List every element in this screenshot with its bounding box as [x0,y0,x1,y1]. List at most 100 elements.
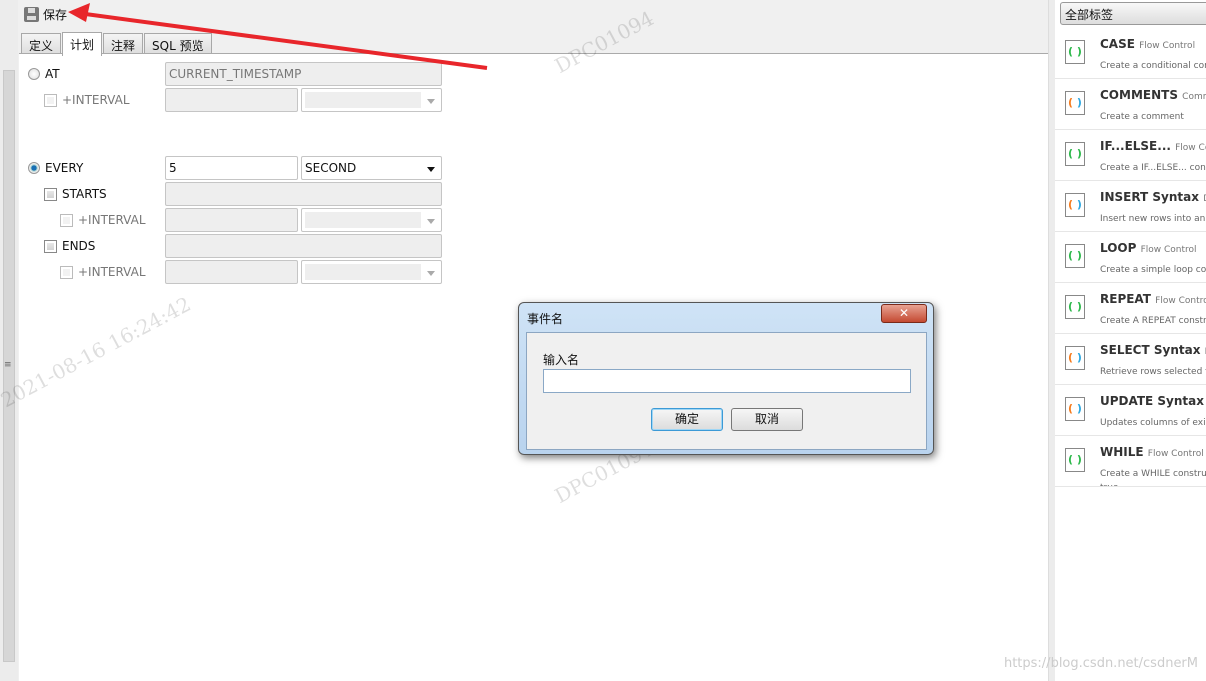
snippet-item[interactable]: ( ) IF...ELSE... Flow Cont Create a IF..… [1055,130,1206,181]
name-input[interactable] [543,369,911,393]
starts-label: STARTS [62,187,107,201]
snippet-title: UPDATE Syntax D [1100,394,1204,408]
starts-checkbox[interactable]: STARTS [44,187,107,201]
at-interval-value[interactable] [165,88,298,112]
at-interval-checkbox[interactable]: +INTERVAL [44,93,130,107]
snippet-category: Flow Control [1155,296,1206,306]
snippet-description: Create a simple loop con [1100,265,1206,275]
ends-field[interactable] [165,234,442,258]
snippet-category: Flow Control [1140,245,1197,255]
snippet-category: Flow Cont [1175,143,1206,153]
save-button[interactable]: 保存 [24,6,67,23]
snippet-category: Flow Control [1147,449,1204,459]
snippet-category: Comm [1182,92,1206,102]
tab-definition[interactable]: 定义 [21,33,62,55]
snippet-description: Create a WHILE construc true. [1100,469,1206,486]
right-splitter[interactable] [1048,0,1055,681]
every-value-input[interactable]: 5 [165,156,298,180]
snippet-description: Updates columns of exis [1100,418,1206,428]
at-label: AT [45,67,60,81]
checkbox-icon [60,265,73,279]
snippet-file-icon: ( ) [1065,244,1085,268]
name-label: 输入名 [543,353,580,367]
checkbox-icon [44,93,57,107]
snippet-file-icon: ( ) [1065,40,1085,64]
snippet-title: COMMENTS Comm [1100,88,1206,102]
snippet-description: Create a conditional con [1100,61,1206,71]
ends-interval-label: +INTERVAL [78,265,146,279]
snippet-file-icon: ( ) [1065,91,1085,115]
snippet-item[interactable]: ( ) COMMENTS Comm Create a comment [1055,79,1206,130]
checkbox-icon [44,239,57,253]
at-radio[interactable]: AT [28,67,60,81]
left-splitter[interactable]: ≡ [0,0,18,681]
checkbox-icon [60,213,73,227]
every-unit-select[interactable]: SECOND [301,156,442,180]
snippet-item[interactable]: ( ) CASE Flow Control Create a condition… [1055,28,1206,79]
tab-comment[interactable]: 注释 [103,33,144,55]
snippet-title: WHILE Flow Control [1100,445,1204,459]
snippet-item[interactable]: ( ) REPEAT Flow Control Create A REPEAT … [1055,283,1206,334]
chevron-down-icon [427,219,435,224]
snippet-file-icon: ( ) [1065,193,1085,217]
snippet-title: INSERT Syntax DM [1100,190,1206,204]
starts-interval-unit-select[interactable] [301,208,442,232]
snippet-item[interactable]: ( ) INSERT Syntax DM Insert new rows int… [1055,181,1206,232]
starts-field[interactable] [165,182,442,206]
snippet-item[interactable]: ( ) UPDATE Syntax D Updates columns of e… [1055,385,1206,436]
snippet-item[interactable]: ( ) SELECT Syntax DM Retrieve rows selec… [1055,334,1206,385]
chevron-down-icon [427,271,435,276]
close-icon[interactable]: ✕ [881,304,927,323]
every-unit-value: SECOND [305,161,357,175]
chevron-down-icon [427,99,435,104]
chevron-down-icon [427,167,435,172]
snippet-title: CASE Flow Control [1100,37,1196,51]
snippet-title: SELECT Syntax DM [1100,343,1206,357]
snippet-description: Create a comment [1100,112,1184,122]
radio-icon [28,68,40,80]
snippet-description: Create A REPEAT constru [1100,316,1206,326]
snippet-file-icon: ( ) [1065,397,1085,421]
snippet-file-icon: ( ) [1065,142,1085,166]
ends-interval-value[interactable] [165,260,298,284]
snippet-item[interactable]: ( ) LOOP Flow Control Create a simple lo… [1055,232,1206,283]
save-label: 保存 [43,8,68,22]
watermark-site: https://blog.csdn.net/csdnerM [1003,656,1198,671]
dialog-title: 事件名 [527,312,564,326]
snippet-title: IF...ELSE... Flow Cont [1100,139,1206,153]
snippet-file-icon: ( ) [1065,448,1085,472]
tab-bar: 定义 计划 注释 SQL 预览 [21,31,213,56]
checkbox-icon [44,187,57,201]
splitter-grip-icon[interactable]: ≡ [4,360,12,370]
floppy-disk-icon [24,7,39,22]
event-name-dialog: 事件名 ✕ 输入名 确定 取消 [518,302,934,455]
tab-schedule[interactable]: 计划 [62,32,103,56]
snippet-description: Insert new rows into an e [1100,214,1206,224]
tab-sql-preview[interactable]: SQL 预览 [144,33,212,55]
at-value-field[interactable]: CURRENT_TIMESTAMP [165,62,442,86]
snippet-description: Create a IF...ELSE... constr [1100,163,1206,173]
snippet-title: LOOP Flow Control [1100,241,1197,255]
radio-selected-icon [28,162,40,174]
starts-interval-value[interactable] [165,208,298,232]
snippet-item[interactable]: ( ) WHILE Flow Control Create a WHILE co… [1055,436,1206,487]
ends-interval-checkbox[interactable]: +INTERVAL [60,265,146,279]
at-interval-unit-select[interactable] [301,88,442,112]
ends-checkbox[interactable]: ENDS [44,239,95,253]
ok-button[interactable]: 确定 [651,408,723,431]
snippet-file-icon: ( ) [1065,346,1085,370]
snippet-category: Flow Control [1139,41,1196,51]
starts-interval-checkbox[interactable]: +INTERVAL [60,213,146,227]
snippet-description: Retrieve rows selected fr [1100,367,1206,377]
starts-interval-label: +INTERVAL [78,213,146,227]
snippet-panel: 全部标签 ( ) CASE Flow Control Create a cond… [1055,0,1206,681]
every-radio[interactable]: EVERY [28,161,83,175]
snippet-file-icon: ( ) [1065,295,1085,319]
tag-filter-select[interactable]: 全部标签 [1060,2,1206,25]
snippet-title: REPEAT Flow Control [1100,292,1206,306]
at-interval-label: +INTERVAL [62,93,130,107]
every-label: EVERY [45,161,84,175]
cancel-button[interactable]: 取消 [731,408,803,431]
ends-label: ENDS [62,239,96,253]
ends-interval-unit-select[interactable] [301,260,442,284]
